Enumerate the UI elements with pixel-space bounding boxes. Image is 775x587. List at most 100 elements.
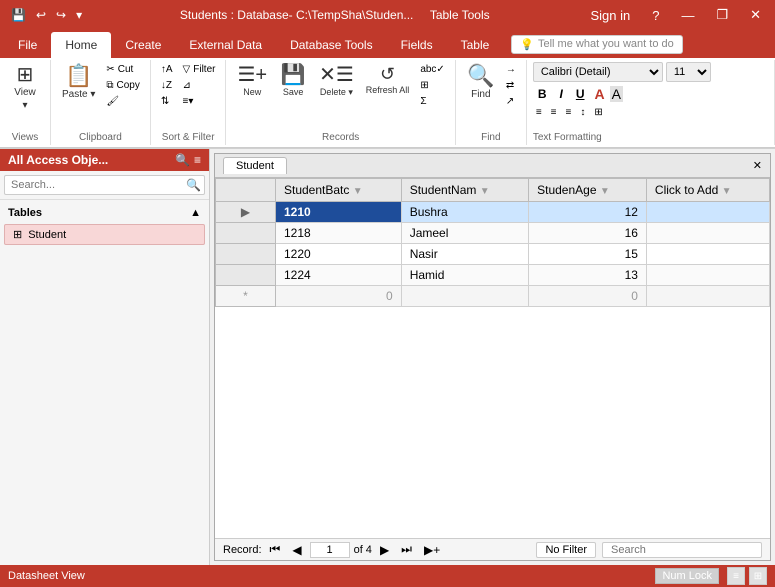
descending-sort-button[interactable]: ↓Z bbox=[157, 78, 177, 93]
col-header-studentbatch[interactable]: StudentBatc ▼ bbox=[276, 179, 402, 202]
redo-icon[interactable]: ↪ bbox=[53, 6, 69, 24]
tables-header[interactable]: Tables ▲ bbox=[4, 204, 205, 222]
last-record-button[interactable]: ⏭ bbox=[397, 541, 416, 558]
italic-button[interactable]: I bbox=[555, 84, 568, 104]
minimize-button[interactable]: — bbox=[675, 6, 700, 25]
tab-table[interactable]: Table bbox=[447, 32, 504, 58]
gridlines-button[interactable]: ⊞ bbox=[591, 106, 605, 119]
current-record-input[interactable] bbox=[310, 542, 350, 558]
row-selector-2[interactable] bbox=[216, 223, 276, 244]
sign-in-button[interactable]: Sign in bbox=[584, 6, 636, 25]
refresh-button[interactable]: ↺ Refresh All bbox=[361, 62, 415, 98]
tab-external-data[interactable]: External Data bbox=[175, 32, 276, 58]
new-record-button[interactable]: ☰+ New bbox=[232, 62, 272, 100]
tell-me-box[interactable]: 💡 Tell me what you want to do bbox=[511, 35, 682, 54]
copy-button[interactable]: ⧉Copy bbox=[102, 78, 144, 93]
left-panel-search-icon[interactable]: 🔍 bbox=[175, 153, 190, 167]
cell-name-new[interactable] bbox=[401, 286, 528, 307]
ascending-sort-button[interactable]: ↑A bbox=[157, 62, 177, 77]
cell-add-2[interactable] bbox=[646, 223, 769, 244]
save-record-button[interactable]: 💾 Save bbox=[274, 62, 312, 100]
table-tab-student[interactable]: Student bbox=[223, 157, 287, 174]
first-record-button[interactable]: ⏮ bbox=[266, 541, 285, 558]
find-button[interactable]: 🔍 Find bbox=[462, 62, 500, 103]
remove-sort-button[interactable]: ⇅ bbox=[157, 94, 177, 109]
view-button[interactable]: ⊞ View ▾ bbox=[6, 62, 44, 114]
font-family-select[interactable]: Calibri (Detail) bbox=[533, 62, 663, 82]
filter-button[interactable]: ▽ Filter bbox=[179, 62, 220, 77]
tab-create[interactable]: Create bbox=[111, 32, 175, 58]
cell-age-new[interactable]: 0 bbox=[529, 286, 647, 307]
prev-record-button[interactable]: ◀ bbox=[288, 542, 305, 558]
cell-age-2[interactable]: 16 bbox=[529, 223, 647, 244]
lightbulb-icon: 💡 bbox=[520, 38, 534, 51]
close-button[interactable]: ✕ bbox=[744, 5, 767, 25]
cell-batch-new[interactable]: 0 bbox=[276, 286, 402, 307]
toggle-filter-button[interactable]: ⊿ bbox=[179, 78, 220, 93]
left-panel-menu-icon[interactable]: ≡ bbox=[194, 153, 201, 167]
tab-database-tools[interactable]: Database Tools bbox=[276, 32, 387, 58]
cell-name-2[interactable]: Jameel bbox=[401, 223, 528, 244]
cell-add-4[interactable] bbox=[646, 265, 769, 286]
list-view-icon[interactable]: ≡ bbox=[727, 567, 745, 585]
more-records-button[interactable]: ⊞ bbox=[416, 78, 449, 93]
cell-add-1[interactable] bbox=[646, 202, 769, 223]
align-center-button[interactable]: ≡ bbox=[548, 106, 560, 119]
row-selector-1[interactable]: ▶ bbox=[216, 202, 276, 223]
new-row-selector[interactable]: * bbox=[216, 286, 276, 307]
search-input[interactable] bbox=[602, 542, 762, 558]
maximize-button[interactable]: ❐ bbox=[710, 5, 734, 25]
bold-button[interactable]: B bbox=[533, 84, 552, 104]
cell-name-4[interactable]: Hamid bbox=[401, 265, 528, 286]
cell-batch-1[interactable]: 1210 bbox=[276, 202, 402, 223]
font-size-select[interactable]: 11 bbox=[666, 62, 711, 82]
cell-age-3[interactable]: 15 bbox=[529, 244, 647, 265]
tab-fields[interactable]: Fields bbox=[387, 32, 447, 58]
save-icon[interactable]: 💾 bbox=[8, 6, 29, 24]
cell-batch-2[interactable]: 1218 bbox=[276, 223, 402, 244]
font-color-button[interactable]: A bbox=[593, 86, 607, 102]
cell-add-new[interactable] bbox=[646, 286, 769, 307]
list-item-student[interactable]: ⊞ Student bbox=[4, 224, 205, 245]
align-right-button[interactable]: ≡ bbox=[563, 106, 575, 119]
no-filter-button[interactable]: No Filter bbox=[536, 542, 596, 558]
help-button[interactable]: ? bbox=[646, 6, 665, 25]
qa-dropdown-icon[interactable]: ▾ bbox=[73, 6, 85, 24]
cell-name-1[interactable]: Bushra bbox=[401, 202, 528, 223]
undo-icon[interactable]: ↩ bbox=[33, 6, 49, 24]
row-selector-4[interactable] bbox=[216, 265, 276, 286]
tab-file[interactable]: File bbox=[4, 32, 51, 58]
replace-button[interactable]: ⇄ bbox=[502, 78, 520, 93]
grid-view-icon[interactable]: ⊞ bbox=[749, 567, 767, 585]
col-header-clicktoadd[interactable]: Click to Add ▼ bbox=[646, 179, 769, 202]
cell-batch-3[interactable]: 1220 bbox=[276, 244, 402, 265]
next-record-button[interactable]: ▶ bbox=[376, 542, 393, 558]
cell-add-3[interactable] bbox=[646, 244, 769, 265]
col-header-studentname[interactable]: StudentNam ▼ bbox=[401, 179, 528, 202]
delete-record-button[interactable]: ✕☰ Delete ▾ bbox=[314, 62, 359, 101]
cell-age-1[interactable]: 12 bbox=[529, 202, 647, 223]
highlight-button[interactable]: A bbox=[610, 86, 623, 102]
paste-button[interactable]: 📋 Paste ▾ bbox=[57, 62, 100, 103]
line-spacing-button[interactable]: ↕ bbox=[577, 106, 588, 119]
select-button[interactable]: → bbox=[502, 62, 520, 77]
advanced-filter-button[interactable]: ≡▾ bbox=[179, 94, 220, 109]
filter-col: ▽ Filter ⊿ ≡▾ bbox=[179, 62, 220, 109]
spell-check-button[interactable]: abc✓ bbox=[416, 62, 449, 77]
format-painter-button[interactable]: 🖌 bbox=[102, 94, 144, 109]
table-close-icon[interactable]: ✕ bbox=[753, 159, 762, 172]
datasheet[interactable]: StudentBatc ▼ StudentNam ▼ StudenAge ▼ C… bbox=[215, 178, 770, 538]
cell-name-3[interactable]: Nasir bbox=[401, 244, 528, 265]
cell-age-4[interactable]: 13 bbox=[529, 265, 647, 286]
align-left-button[interactable]: ≡ bbox=[533, 106, 545, 119]
tab-home[interactable]: Home bbox=[51, 32, 111, 58]
cut-button[interactable]: ✂Cut bbox=[102, 62, 144, 77]
cell-batch-4[interactable]: 1224 bbox=[276, 265, 402, 286]
goto-button[interactable]: ↗ bbox=[502, 94, 520, 109]
col-header-studentage[interactable]: StudenAge ▼ bbox=[529, 179, 647, 202]
underline-button[interactable]: U bbox=[571, 84, 590, 104]
new-record-nav-button[interactable]: ▶+ bbox=[420, 542, 444, 558]
row-selector-3[interactable] bbox=[216, 244, 276, 265]
totals-button[interactable]: Σ bbox=[416, 94, 449, 109]
object-search-input[interactable] bbox=[4, 175, 205, 195]
